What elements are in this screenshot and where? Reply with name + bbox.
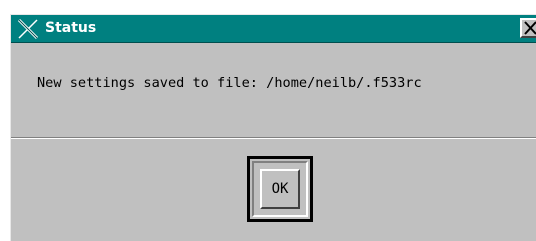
status-message: New settings saved to file: /home/neilb/…: [37, 75, 422, 91]
default-button-frame: OK: [247, 156, 313, 222]
status-dialog: Status New settings saved to file: /home…: [10, 14, 536, 241]
message-area: New settings saved to file: /home/neilb/…: [11, 43, 536, 137]
button-recess: OK: [252, 161, 308, 217]
window-title: Status: [45, 20, 97, 36]
separator: [11, 137, 536, 139]
close-button[interactable]: [520, 18, 536, 38]
ok-button[interactable]: OK: [260, 169, 300, 209]
x-logo-icon: [17, 18, 39, 40]
title-bar[interactable]: Status: [11, 15, 536, 43]
